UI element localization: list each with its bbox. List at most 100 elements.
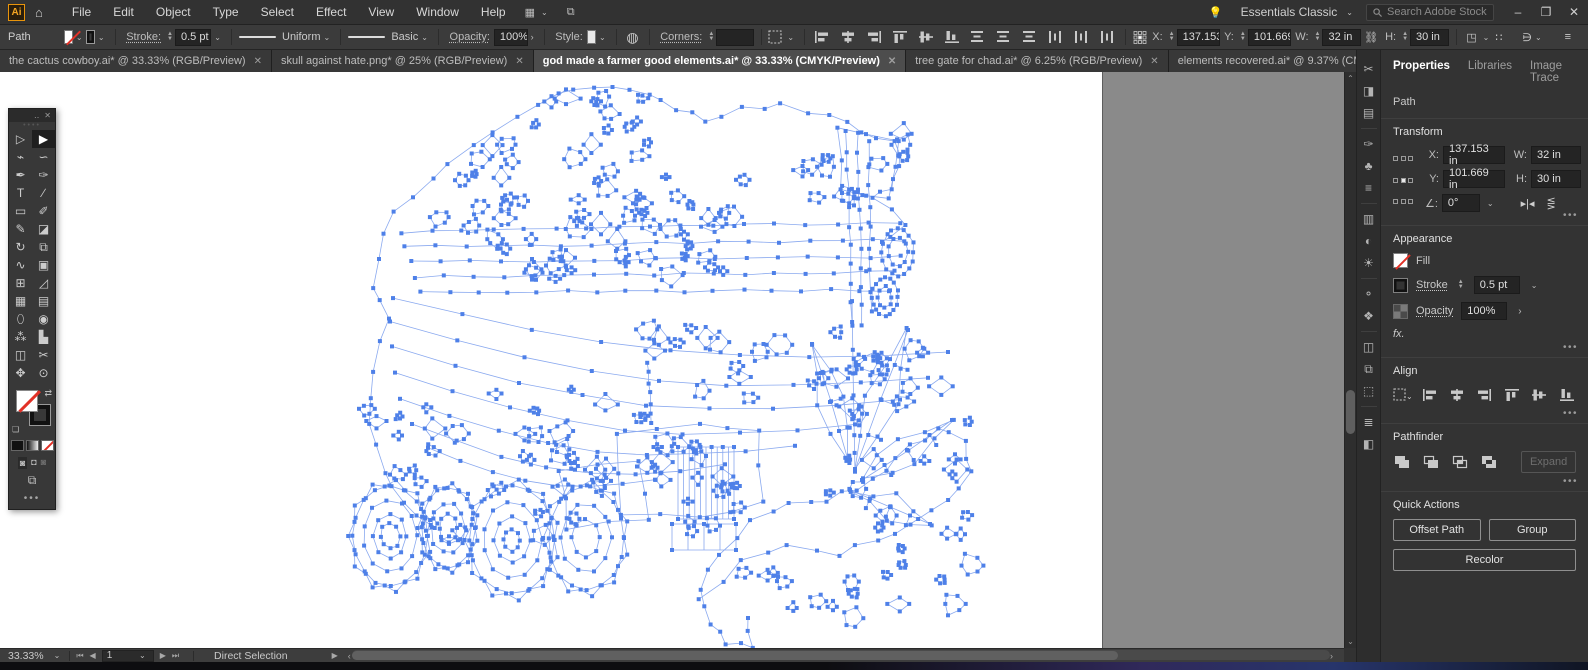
rotate-angle-field[interactable]: 0° — [1442, 194, 1480, 212]
gradient-panel-icon[interactable]: ▥ — [1363, 208, 1374, 230]
prev-artboard-icon[interactable]: ◀ — [90, 651, 96, 660]
line-segment-tool[interactable]: ∕ — [32, 184, 55, 202]
panel-align-h-center-icon[interactable] — [1448, 385, 1466, 405]
appearance-more-options[interactable]: ••• — [1563, 342, 1578, 353]
opacity-label[interactable]: Opacity — [1416, 305, 1453, 317]
menu-effect[interactable]: Effect — [305, 0, 357, 25]
align-top-icon[interactable] — [890, 27, 910, 47]
reference-point-icon[interactable] — [1132, 27, 1148, 47]
recolor-button[interactable]: Recolor — [1393, 549, 1576, 571]
last-artboard-icon[interactable]: ⏭ — [172, 651, 179, 661]
stroke-label[interactable]: Stroke — [1416, 279, 1448, 291]
paintbrush-tool[interactable]: ✐ — [32, 202, 55, 220]
stroke-swatch[interactable] — [1393, 278, 1408, 293]
selected-artwork-paths[interactable] — [0, 72, 1103, 648]
home-icon[interactable]: ⌂ — [35, 5, 43, 20]
zoom-tool[interactable]: ⊙ — [32, 364, 55, 382]
panel-tab-properties[interactable]: Properties — [1393, 60, 1450, 84]
pathfinder-minus-front-icon[interactable] — [1422, 452, 1439, 472]
slice-tool[interactable]: ✂ — [32, 346, 55, 364]
document-tab[interactable]: skull against hate.png* @ 25% (RGB/Previ… — [272, 50, 534, 72]
x-field[interactable]: 137.1534 in — [1177, 29, 1220, 46]
zoom-level[interactable]: 33.33% — [8, 650, 44, 662]
artboard[interactable] — [0, 72, 1103, 648]
eraser-tool[interactable]: ◪ — [32, 220, 55, 238]
pathfinder-more-options[interactable]: ••• — [1563, 476, 1578, 487]
hscroll-right-icon[interactable]: › — [1330, 651, 1333, 661]
status-menu-icon[interactable]: ▶ — [332, 651, 338, 660]
constrain-proportions-icon[interactable]: ⛓ — [1364, 31, 1378, 44]
transform-h-field[interactable]: 30 in — [1531, 170, 1581, 188]
tools-panel-header[interactable]: ‥ ✕ — [9, 109, 55, 122]
transform-w-field[interactable]: 32 in — [1531, 146, 1581, 164]
panel-grip[interactable]: •••• — [9, 122, 55, 130]
shear-icon[interactable]: ◳ — [1466, 31, 1476, 44]
menu-help[interactable]: Help — [470, 0, 517, 25]
minimize-button[interactable]: – — [1504, 5, 1532, 19]
panel-align-bottom-icon[interactable] — [1558, 385, 1576, 405]
shape-builder-tool[interactable]: ⊞ — [9, 274, 32, 292]
edit-toolbar-icon[interactable]: ••• — [9, 490, 55, 509]
asset-export-panel-icon[interactable]: ⧉ — [1364, 358, 1373, 380]
vertical-scrollbar[interactable] — [1344, 72, 1356, 648]
stroke-stepper[interactable]: ▲▼ — [167, 32, 173, 42]
workspace-layout-icon[interactable]: ▦ ⌄ — [525, 6, 551, 19]
fill-swatch[interactable] — [1393, 253, 1408, 268]
align-to-selection-icon[interactable]: ⌄ — [1393, 385, 1411, 405]
close-panel-icon[interactable]: ✕ — [44, 111, 51, 120]
appearance-panel-icon[interactable]: ☀ — [1363, 252, 1374, 274]
workspace-switcher[interactable]: Essentials Classic⌄ — [1241, 5, 1356, 19]
adobe-stock-search-input[interactable]: Search Adobe Stock — [1366, 4, 1494, 21]
flip-horizontal-icon[interactable]: ▸|◂ — [1521, 197, 1535, 210]
vertical-scrollbar-thumb[interactable] — [1346, 390, 1355, 434]
menu-edit[interactable]: Edit — [102, 0, 145, 25]
close-button[interactable]: ✕ — [1560, 5, 1588, 19]
panel-align-v-center-icon[interactable] — [1530, 385, 1548, 405]
h-stepper[interactable]: ▲▼ — [1402, 32, 1408, 42]
stroke-weight-label[interactable]: Stroke: — [126, 31, 161, 43]
rotate-tool[interactable]: ↻ — [9, 238, 32, 256]
symbol-sprayer-tool[interactable]: ⁂ — [9, 328, 32, 346]
align-right-icon[interactable] — [864, 27, 884, 47]
fx-button[interactable]: fx. — [1393, 328, 1576, 340]
swatches-panel-icon[interactable]: ▤ — [1363, 102, 1374, 124]
lasso-tool[interactable]: ∽ — [32, 148, 55, 166]
color-mode-button[interactable] — [11, 440, 24, 451]
magic-wand-tool[interactable]: ⌁ — [9, 148, 32, 166]
select-similar-icon[interactable] — [768, 27, 784, 47]
canvas-area[interactable] — [0, 72, 1344, 648]
type-tool[interactable]: T — [9, 184, 32, 202]
draw-inside-icon[interactable]: ◙ — [41, 457, 46, 469]
horizontal-scrollbar-thumb[interactable] — [352, 651, 1118, 660]
artboard-navigation-field[interactable]: 1⌄ — [102, 650, 154, 662]
tab-close-icon[interactable]: ✕ — [888, 56, 896, 67]
mesh-tool[interactable]: ▦ — [9, 292, 32, 310]
transform-more-options[interactable]: ••• — [1563, 210, 1578, 221]
pen-tool[interactable]: ✒ — [9, 166, 32, 184]
menu-view[interactable]: View — [357, 0, 405, 25]
opacity-field[interactable]: 100% — [494, 29, 528, 46]
align-panel-icon[interactable]: ≣ — [1363, 411, 1373, 433]
screen-mode-icon[interactable]: ⧉ — [9, 473, 55, 488]
corners-field[interactable] — [716, 29, 753, 46]
recolor-artwork-icon[interactable]: ◍ — [626, 29, 638, 46]
w-field[interactable]: 32 in — [1322, 29, 1361, 46]
w-stepper[interactable]: ▲▼ — [1315, 32, 1321, 42]
color-guide-panel-icon[interactable]: ◨ — [1363, 80, 1374, 102]
stroke-weight-field[interactable]: 0.5 pt — [1474, 276, 1520, 294]
graphic-styles-panel-icon[interactable]: ⚬ — [1363, 283, 1373, 305]
pathfinder-exclude-icon[interactable] — [1480, 452, 1497, 472]
selection-tool[interactable]: ▷ — [9, 130, 32, 148]
distribute-bottom-icon[interactable] — [1020, 27, 1040, 47]
curvature-tool[interactable]: ✑ — [32, 166, 55, 184]
stroke-weight-field[interactable]: 0.5 pt — [175, 29, 211, 46]
panel-dock-icon[interactable]: ⋻ ⌄ — [1522, 31, 1544, 44]
restore-button[interactable]: ❐ — [1532, 5, 1560, 19]
hand-tool[interactable]: ✥ — [9, 364, 32, 382]
align-h-center-icon[interactable] — [838, 27, 858, 47]
rectangle-tool[interactable]: ▭ — [9, 202, 32, 220]
width-profile-value[interactable]: Uniform — [282, 31, 321, 43]
panel-tab-image-trace[interactable]: Image Trace — [1530, 60, 1576, 84]
transform-y-field[interactable]: 101.669 in — [1443, 170, 1505, 188]
panel-tab-libraries[interactable]: Libraries — [1468, 60, 1512, 84]
